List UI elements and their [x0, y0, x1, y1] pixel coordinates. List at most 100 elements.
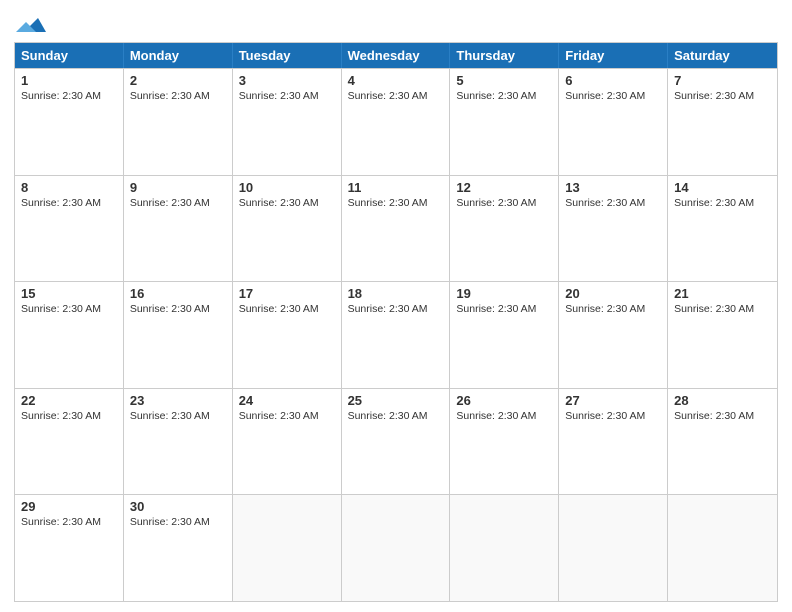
sunrise-text: Sunrise: 2:30 AM [130, 516, 210, 528]
cal-cell-4-6 [668, 495, 777, 601]
week-row-1: 1 Sunrise: 2:30 AM 2 Sunrise: 2:30 AM 3 Sunri… [15, 68, 777, 175]
sunrise-text: Sunrise: 2:30 AM [348, 90, 428, 102]
sunrise-text: Sunrise: 2:30 AM [21, 197, 101, 209]
sunrise-text: Sunrise: 2:30 AM [130, 197, 210, 209]
sunrise-text: Sunrise: 2:30 AM [348, 197, 428, 209]
day-number: 28 [674, 393, 771, 408]
sunrise-text: Sunrise: 2:30 AM [130, 410, 210, 422]
day-number: 12 [456, 180, 552, 195]
header-tuesday: Tuesday [233, 43, 342, 68]
cal-cell-0-2: 3 Sunrise: 2:30 AM [233, 69, 342, 175]
cal-cell-2-1: 16 Sunrise: 2:30 AM [124, 282, 233, 388]
cal-cell-4-4 [450, 495, 559, 601]
sunrise-text: Sunrise: 2:30 AM [21, 303, 101, 315]
calendar-page: Sunday Monday Tuesday Wednesday Thursday… [0, 0, 792, 612]
header-saturday: Saturday [668, 43, 777, 68]
calendar-body: 1 Sunrise: 2:30 AM 2 Sunrise: 2:30 AM 3 Sunri… [15, 68, 777, 601]
day-number: 7 [674, 73, 771, 88]
sunrise-text: Sunrise: 2:30 AM [565, 303, 645, 315]
cal-cell-1-0: 8 Sunrise: 2:30 AM [15, 176, 124, 282]
logo-icon [16, 14, 46, 36]
sunrise-text: Sunrise: 2:30 AM [565, 410, 645, 422]
day-number: 20 [565, 286, 661, 301]
cal-cell-0-3: 4 Sunrise: 2:30 AM [342, 69, 451, 175]
sunrise-text: Sunrise: 2:30 AM [21, 516, 101, 528]
day-number: 23 [130, 393, 226, 408]
day-number: 6 [565, 73, 661, 88]
sunrise-text: Sunrise: 2:30 AM [456, 303, 536, 315]
day-number: 15 [21, 286, 117, 301]
sunrise-text: Sunrise: 2:30 AM [239, 90, 319, 102]
cal-cell-1-6: 14 Sunrise: 2:30 AM [668, 176, 777, 282]
cal-cell-1-4: 12 Sunrise: 2:30 AM [450, 176, 559, 282]
sunrise-text: Sunrise: 2:30 AM [239, 197, 319, 209]
sunrise-text: Sunrise: 2:30 AM [674, 197, 754, 209]
sunrise-text: Sunrise: 2:30 AM [21, 90, 101, 102]
cal-cell-3-3: 25 Sunrise: 2:30 AM [342, 389, 451, 495]
sunrise-text: Sunrise: 2:30 AM [456, 90, 536, 102]
day-number: 13 [565, 180, 661, 195]
day-number: 17 [239, 286, 335, 301]
week-row-4: 22 Sunrise: 2:30 AM 23 Sunrise: 2:30 AM 24 Su… [15, 388, 777, 495]
day-number: 5 [456, 73, 552, 88]
sunrise-text: Sunrise: 2:30 AM [239, 410, 319, 422]
week-row-3: 15 Sunrise: 2:30 AM 16 Sunrise: 2:30 AM 17 Su… [15, 281, 777, 388]
logo [14, 14, 46, 36]
day-number: 16 [130, 286, 226, 301]
cal-cell-0-5: 6Sunrise: 2:30 AM [559, 69, 668, 175]
cal-cell-4-0: 29 Sunrise: 2:30 AM [15, 495, 124, 601]
calendar-grid: Sunday Monday Tuesday Wednesday Thursday… [14, 42, 778, 602]
cal-cell-0-0: 1 Sunrise: 2:30 AM [15, 69, 124, 175]
cal-cell-2-5: 20 Sunrise: 2:30 AM [559, 282, 668, 388]
sunrise-text: Sunrise: 2:30 AM [130, 303, 210, 315]
header-friday: Friday [559, 43, 668, 68]
cal-cell-2-2: 17 Sunrise: 2:30 AM [233, 282, 342, 388]
sunrise-text: Sunrise: 2:30 AM [456, 197, 536, 209]
cal-cell-2-0: 15 Sunrise: 2:30 AM [15, 282, 124, 388]
day-number: 24 [239, 393, 335, 408]
day-number: 8 [21, 180, 117, 195]
cal-cell-1-1: 9 Sunrise: 2:30 AM [124, 176, 233, 282]
calendar-header: Sunday Monday Tuesday Wednesday Thursday… [15, 43, 777, 68]
sunrise-text: Sunrise: 2:30 AM [674, 303, 754, 315]
sunrise-text: Sunrise: 2:30 AM [565, 197, 645, 209]
day-number: 10 [239, 180, 335, 195]
header-sunday: Sunday [15, 43, 124, 68]
cal-cell-4-3 [342, 495, 451, 601]
day-number: 19 [456, 286, 552, 301]
cal-cell-1-2: 10 Sunrise: 2:30 AM [233, 176, 342, 282]
day-number: 30 [130, 499, 226, 514]
day-number: 18 [348, 286, 444, 301]
sunrise-text: Sunrise: 2:30 AM [239, 303, 319, 315]
day-number: 21 [674, 286, 771, 301]
day-number: 9 [130, 180, 226, 195]
day-number: 25 [348, 393, 444, 408]
logo-blue [14, 14, 46, 36]
cal-cell-3-5: 27 Sunrise: 2:30 AM [559, 389, 668, 495]
day-number: 4 [348, 73, 444, 88]
cal-cell-1-3: 11Sunrise: 2:30 AM [342, 176, 451, 282]
cal-cell-0-4: 5 Sunrise: 2:30 AM [450, 69, 559, 175]
sunrise-text: Sunrise: 2:30 AM [348, 303, 428, 315]
day-number: 3 [239, 73, 335, 88]
day-number: 14 [674, 180, 771, 195]
sunrise-text: Sunrise: 2:30 AM [456, 410, 536, 422]
week-row-5: 29 Sunrise: 2:30 AM 30 Sunrise: 2:30 AM [15, 494, 777, 601]
day-number: 29 [21, 499, 117, 514]
cal-cell-2-6: 21 Sunrise: 2:30 AM [668, 282, 777, 388]
day-number: 22 [21, 393, 117, 408]
day-number: 27 [565, 393, 661, 408]
cal-cell-4-5 [559, 495, 668, 601]
cal-cell-0-1: 2 Sunrise: 2:30 AM [124, 69, 233, 175]
sunrise-text: Sunrise: 2:30 AM [130, 90, 210, 102]
sunrise-text: Sunrise: 2:30 AM [348, 410, 428, 422]
cal-cell-3-4: 26Sunrise: 2:30 AM [450, 389, 559, 495]
cal-cell-4-1: 30 Sunrise: 2:30 AM [124, 495, 233, 601]
header-thursday: Thursday [450, 43, 559, 68]
cal-cell-2-4: 19 Sunrise: 2:30 AM [450, 282, 559, 388]
day-number: 2 [130, 73, 226, 88]
page-header [14, 10, 778, 36]
day-number: 1 [21, 73, 117, 88]
cal-cell-3-2: 24 Sunrise: 2:30 AM [233, 389, 342, 495]
cal-cell-0-6: 7Sunrise: 2:30 AM [668, 69, 777, 175]
